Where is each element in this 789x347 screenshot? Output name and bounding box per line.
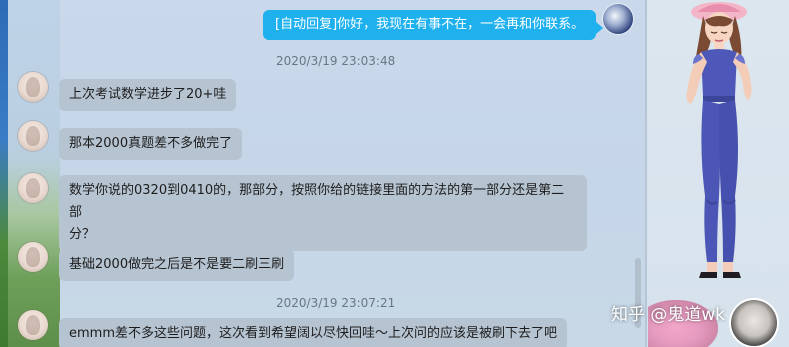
message-text: 基础2000做完之后是不是要二刷三刷 [69, 257, 285, 272]
contact-avatar[interactable] [18, 173, 48, 203]
contact-avatar[interactable] [18, 72, 48, 102]
desktop-edge [0, 0, 8, 347]
message-bubble-incoming[interactable]: 那本2000真题差不多做完了 [59, 128, 243, 160]
contact-avatar[interactable] [18, 121, 48, 151]
contact-avatar[interactable] [18, 242, 48, 272]
message-bubble-incoming[interactable]: 基础2000做完之后是不是要二刷三刷 [59, 249, 295, 281]
message-list[interactable]: [自动回复]你好，我现在有事不在，一会再和你联系。 2020/3/19 23:0… [0, 0, 645, 347]
message-text-line-2: 分？ [69, 227, 96, 242]
message-timestamp: 2020/3/19 23:03:48 [276, 54, 396, 68]
chat-window: [自动回复]你好，我现在有事不在，一会再和你联系。 2020/3/19 23:0… [0, 0, 789, 347]
message-text: 那本2000真题差不多做完了 [69, 136, 233, 151]
watermark: 知乎 @鬼道wk [611, 305, 726, 325]
message-bubble-incoming[interactable]: emmm差不多这些问题，这次看到希望阔以尽快回哇～上次问的应该是被刷下去了吧 [59, 318, 567, 347]
message-text-line-1: 数学你说的0320到0410的，那部分，按照你给的链接里面的方法的第一部分还是第… [69, 183, 565, 220]
message-bubble-incoming[interactable]: 上次考试数学进步了20+哇 [59, 79, 237, 111]
my-avatar[interactable] [603, 4, 633, 34]
message-text: emmm差不多这些问题，这次看到希望阔以尽快回哇～上次问的应该是被刷下去了吧 [69, 326, 557, 341]
message-bubble-incoming[interactable]: 数学你说的0320到0410的，那部分，按照你给的链接里面的方法的第一部分还是第… [59, 175, 587, 251]
contact-show-figure [686, 2, 752, 278]
message-text: 上次考试数学进步了20+哇 [69, 87, 227, 102]
contact-avatar[interactable] [18, 310, 48, 340]
message-timestamp: 2020/3/19 23:07:21 [276, 296, 396, 310]
message-text: [自动回复]你好，我现在有事不在，一会再和你联系。 [275, 17, 585, 32]
watermark-avatar [731, 300, 777, 346]
message-bubble-outgoing[interactable]: [自动回复]你好，我现在有事不在，一会再和你联系。 [263, 10, 604, 40]
